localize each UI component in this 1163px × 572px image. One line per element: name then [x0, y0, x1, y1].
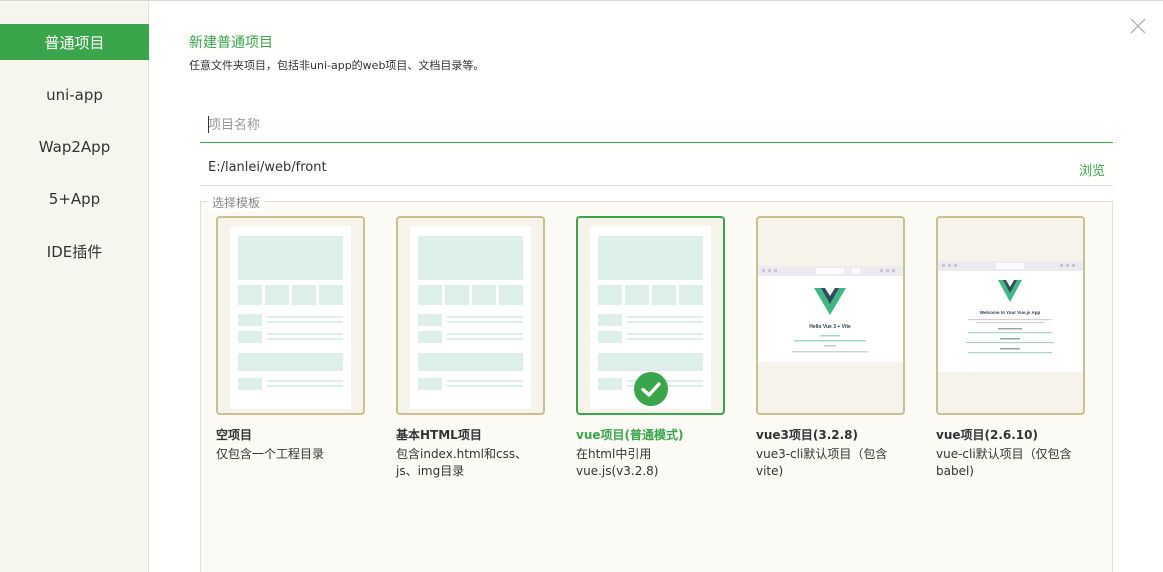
- sidebar-item-ide-plugin[interactable]: IDE插件: [0, 233, 149, 269]
- template-desc-empty: 仅包含一个工程目录: [216, 447, 325, 461]
- template-legend: 选择模板: [208, 194, 265, 211]
- template-card-vue2[interactable]: Welcome to Your Vue.js App: [936, 216, 1085, 415]
- sidebar-item-uni-app[interactable]: uni-app: [0, 77, 149, 113]
- template-desc-basic-html: 包含index.html和css、js、img目录: [396, 447, 528, 478]
- sidebar-item-label: IDE插件: [46, 242, 103, 261]
- template-card-basic-html[interactable]: [396, 216, 545, 415]
- template-thumbnail: [230, 226, 351, 409]
- template-desc-vue-normal: 在html中引用vue.js(v3.2.8): [576, 447, 659, 478]
- vue3-preview-heading: Hello Vue 3 + Vite: [809, 324, 851, 330]
- sidebar-item-normal-project[interactable]: 普通项目: [0, 24, 149, 60]
- template-desc-vue2: vue-cli默认项目（仅包含babel): [936, 447, 1072, 478]
- template-title-vue-normal: vue项目(普通模式): [576, 428, 684, 442]
- sidebar: 普通项目 uni-app Wap2App 5+App IDE插件: [0, 1, 149, 572]
- sidebar-item-label: 5+App: [48, 190, 101, 208]
- sidebar-item-wap2app[interactable]: Wap2App: [0, 129, 149, 165]
- top-border: [0, 0, 1163, 1]
- template-title-basic-html: 基本HTML项目: [396, 428, 482, 442]
- sidebar-item-label: Wap2App: [38, 138, 111, 156]
- sidebar-item-label: uni-app: [46, 86, 103, 104]
- template-desc-vue3: vue3-cli默认项目（包含vite): [756, 447, 888, 478]
- sidebar-item-label: 普通项目: [44, 33, 105, 52]
- browse-button[interactable]: 浏览: [1079, 160, 1105, 179]
- template-thumbnail: Welcome to Your Vue.js App: [938, 261, 1083, 372]
- template-title-vue2: vue项目(2.6.10): [936, 428, 1038, 442]
- vue2-preview-heading: Welcome to Your Vue.js App: [980, 310, 1041, 315]
- text-caret: [208, 116, 209, 133]
- project-path-field[interactable]: E:/lanlei/web/front: [208, 160, 327, 175]
- project-path-row: E:/lanlei/web/front 浏览: [200, 152, 1113, 186]
- template-card-vue3[interactable]: Hello Vue 3 + Vite: [756, 216, 905, 415]
- close-icon[interactable]: [1128, 16, 1148, 36]
- selected-check-icon: [634, 372, 668, 406]
- page-title: 新建普通项目: [189, 35, 273, 51]
- template-thumbnail: [410, 226, 531, 409]
- template-title-empty: 空项目: [216, 428, 253, 442]
- template-card-vue-normal[interactable]: [576, 216, 725, 415]
- page-subtitle: 任意文件夹项目，包括非uni-app的web项目、文档目录等。: [189, 59, 485, 72]
- template-thumbnail: Hello Vue 3 + Vite: [758, 266, 903, 362]
- project-name-input[interactable]: [200, 108, 1113, 143]
- template-card-empty[interactable]: [216, 216, 365, 415]
- template-title-vue3: vue3项目(3.2.8): [756, 428, 858, 442]
- sidebar-item-5plus-app[interactable]: 5+App: [0, 181, 149, 217]
